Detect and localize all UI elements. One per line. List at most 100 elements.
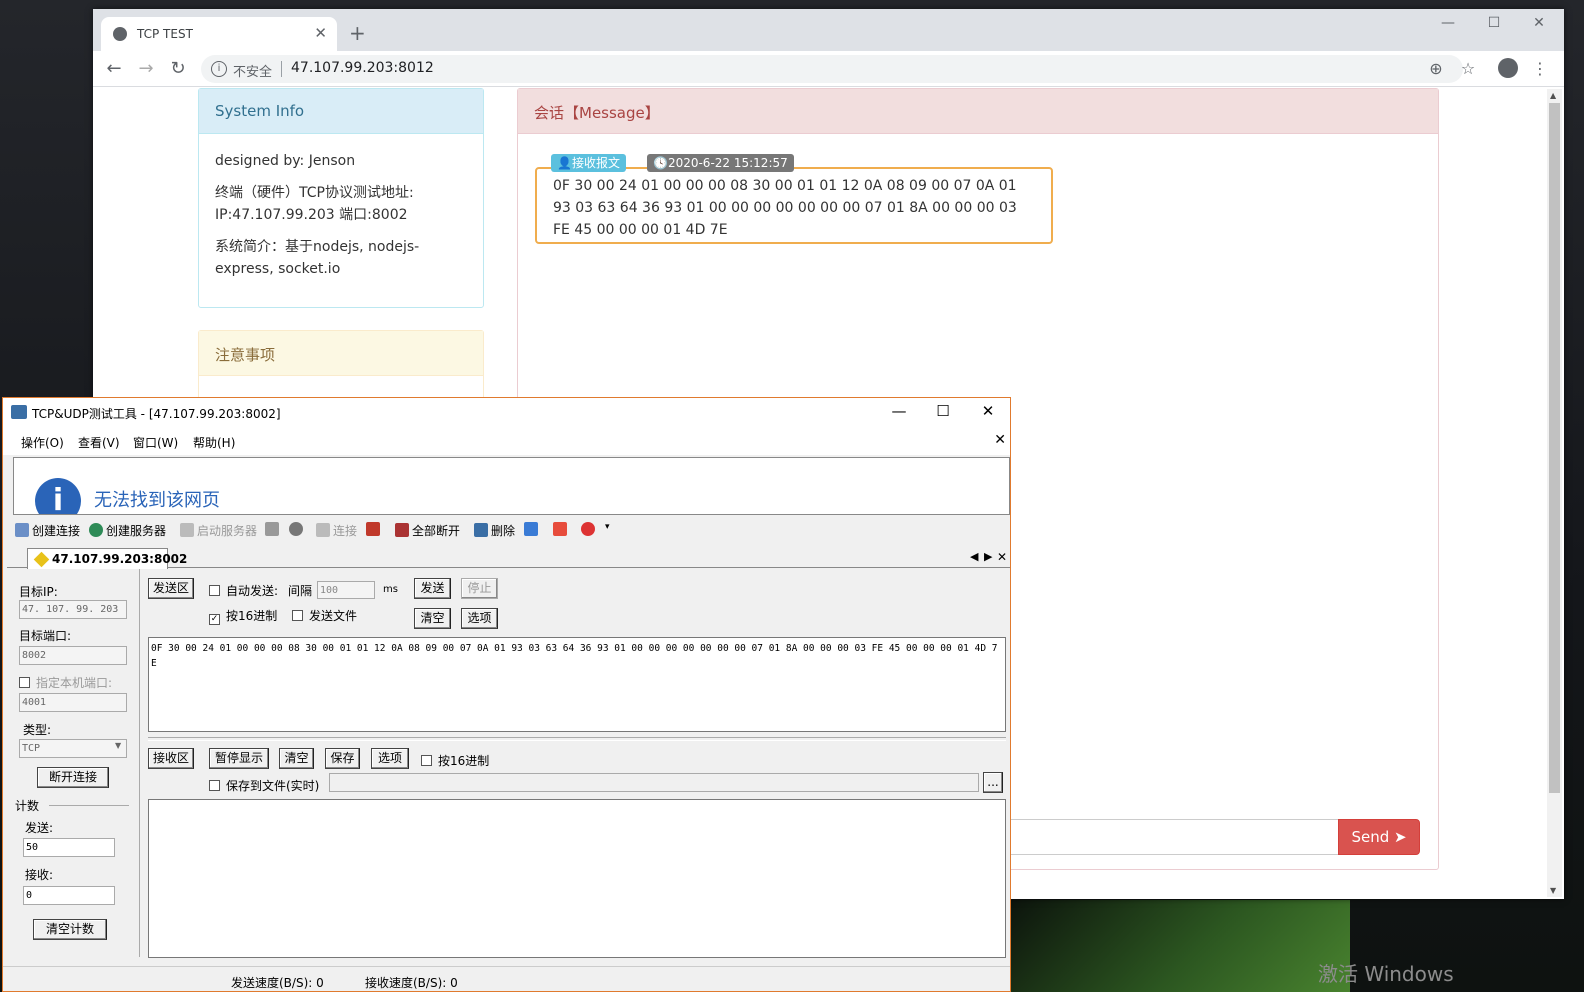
scroll-thumb[interactable]: [1549, 103, 1560, 793]
scroll-down-icon[interactable]: ▼: [1550, 886, 1556, 895]
settings-icon: [524, 522, 538, 536]
info-icon: i: [35, 478, 81, 514]
url-text[interactable]: 47.107.99.203:8012: [291, 60, 434, 76]
minimize-button[interactable]: —: [1428, 15, 1468, 31]
page-scrollbar[interactable]: ▲ ▼: [1547, 89, 1562, 897]
scroll-up-icon[interactable]: ▲: [1550, 91, 1556, 100]
checkbox-box: [209, 780, 220, 791]
send-options-button[interactable]: 选项: [461, 608, 498, 629]
save-file-path-field[interactable]: [329, 773, 979, 792]
auto-send-checkbox[interactable]: 自动发送:: [209, 582, 278, 599]
maximize-button[interactable]: ☐: [1474, 15, 1514, 31]
disconnect-connection-button[interactable]: 断开连接: [37, 767, 109, 788]
profile-avatar-icon[interactable]: [1498, 58, 1518, 78]
system-info-panel: System Info designed by: Jenson 终端（硬件）TC…: [198, 88, 484, 308]
connection-tabstrip: 47.107.99.203:8002 ◀ ▶ ✕: [7, 548, 1010, 569]
help-button[interactable]: [581, 522, 598, 537]
page-not-found-text: 无法找到该网页: [94, 490, 220, 511]
notice-panel: 注意事项: [198, 330, 484, 400]
send-area-button[interactable]: 发送区: [148, 578, 194, 599]
help-icon: [581, 522, 595, 536]
tab-scroll-left-icon[interactable]: ◀: [970, 550, 978, 563]
type-select[interactable]: [19, 739, 127, 758]
send-clear-button[interactable]: 清空: [414, 608, 451, 629]
disconnect-button[interactable]: [366, 522, 383, 537]
menu-operate[interactable]: 操作(O): [21, 434, 64, 451]
reload-icon[interactable]: ↻: [166, 58, 190, 79]
tool-maximize-button[interactable]: ☐: [928, 402, 958, 420]
windows-activation-watermark: 激活 Windows: [1318, 962, 1454, 986]
chevron-down-icon[interactable]: ▼: [115, 741, 121, 750]
tool-minimize-button[interactable]: —: [884, 402, 914, 420]
menu-kebab-icon[interactable]: ⋮: [1529, 59, 1551, 78]
start-server-icon: [180, 523, 194, 537]
intro-text: 系统简介：基于nodejs, nodejs-express, socket.io: [215, 239, 420, 277]
stop-server-button[interactable]: [265, 522, 282, 537]
insecure-label[interactable]: 不安全: [233, 61, 272, 80]
recv-content-textarea[interactable]: [148, 799, 1006, 958]
menu-view[interactable]: 查看(V): [78, 434, 120, 451]
interval-label: 间隔: [288, 584, 313, 598]
back-arrow-icon[interactable]: ←: [102, 58, 126, 79]
message-input[interactable]: [978, 819, 1338, 855]
send-count-field[interactable]: [23, 838, 115, 857]
info-icon[interactable]: i: [211, 61, 227, 77]
disconnect-all-button[interactable]: 全部断开: [395, 522, 460, 539]
recv-hex-checkbox[interactable]: 按16进制: [421, 752, 489, 769]
menu-window[interactable]: 窗口(W): [133, 434, 178, 451]
new-tab-button[interactable]: +: [349, 21, 366, 45]
system-info-heading: System Info: [199, 89, 483, 134]
bookmark-star-icon[interactable]: ☆: [1457, 59, 1479, 78]
recv-options-button[interactable]: 选项: [371, 748, 409, 769]
tool-toolbar: 创建连接 创建服务器 启动服务器 连接 全部断开 删除 ▾: [3, 516, 1010, 544]
connection-tab[interactable]: 47.107.99.203:8002: [27, 548, 187, 569]
local-port-field[interactable]: [19, 693, 127, 712]
browser-tab[interactable]: TCP TEST ✕: [101, 17, 337, 51]
send-button[interactable]: 发送: [414, 578, 451, 599]
clear-count-button[interactable]: 清空计数: [33, 919, 107, 940]
tab-scroll-right-icon[interactable]: ▶: [984, 550, 992, 563]
save-button[interactable]: 保存: [325, 748, 360, 769]
connection-diamond-icon: [33, 551, 50, 568]
mdi-close-icon[interactable]: ✕: [994, 432, 1006, 448]
close-window-button[interactable]: ✕: [1519, 15, 1559, 31]
recv-count-field[interactable]: [23, 886, 115, 905]
send-hex-checkbox[interactable]: ✓ 按16进制: [209, 607, 277, 625]
settings-button[interactable]: [524, 522, 541, 537]
message-heading: 会话【Message】: [518, 89, 1438, 134]
browse-button[interactable]: ...: [983, 772, 1003, 793]
create-connection-button[interactable]: 创建连接: [15, 522, 80, 539]
cancel-button[interactable]: [289, 522, 306, 537]
tool-menubar: 操作(O) 查看(V) 窗口(W) 帮助(H) ✕: [3, 427, 1010, 455]
recv-clear-button[interactable]: 清空: [279, 748, 314, 769]
local-port-checkbox[interactable]: 指定本机端口:: [19, 674, 112, 691]
toolbar-overflow-icon[interactable]: ▾: [605, 522, 610, 532]
interval-field[interactable]: [317, 581, 375, 599]
tab-close-icon[interactable]: ✕: [997, 550, 1007, 564]
pause-display-button[interactable]: 暂停显示: [209, 748, 269, 769]
send-file-checkbox[interactable]: 发送文件: [292, 607, 357, 624]
connect-button[interactable]: 连接: [316, 522, 357, 539]
stop-button[interactable]: 停止: [461, 578, 498, 599]
forward-arrow-icon[interactable]: →: [134, 58, 158, 79]
menu-help[interactable]: 帮助(H): [193, 434, 235, 451]
address-separator: [281, 61, 282, 77]
send-button[interactable]: Send ➤: [1338, 819, 1420, 855]
checkbox-box: [19, 677, 30, 688]
send-recv-splitter[interactable]: [148, 737, 1006, 741]
tool-close-button[interactable]: ✕: [973, 402, 1003, 420]
recv-area-button[interactable]: 接收区: [148, 748, 194, 769]
record-button[interactable]: [553, 522, 570, 537]
delete-button[interactable]: 删除: [474, 522, 515, 539]
send-content-textarea[interactable]: 0F 30 00 24 01 00 00 00 08 30 00 01 01 1…: [148, 637, 1006, 732]
zoom-icon[interactable]: ⊕: [1425, 59, 1447, 78]
create-server-button[interactable]: 创建服务器: [89, 522, 166, 539]
target-port-field[interactable]: [19, 646, 127, 665]
target-ip-field[interactable]: [19, 600, 127, 619]
tab-close-icon[interactable]: ✕: [314, 24, 327, 42]
record-icon: [553, 522, 567, 536]
browser-toolbar: ← → ↻ i 不安全 47.107.99.203:8012 ⊕ ☆ ⋮: [93, 51, 1564, 87]
save-to-file-checkbox[interactable]: 保存到文件(实时): [209, 777, 319, 794]
start-server-button[interactable]: 启动服务器: [180, 522, 257, 539]
address-bar[interactable]: i 不安全 47.107.99.203:8012: [201, 55, 1463, 83]
